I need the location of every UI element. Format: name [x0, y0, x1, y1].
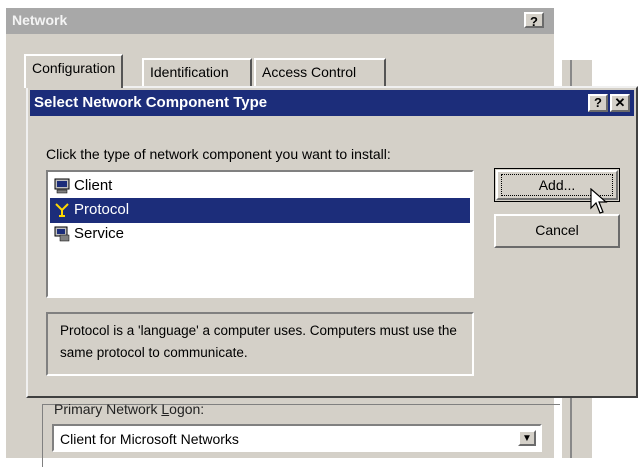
network-titlebar: Network ? — [6, 8, 554, 34]
tab-identification[interactable]: Identification — [142, 58, 252, 86]
list-item-client[interactable]: Client — [50, 174, 470, 199]
dialog-close-button[interactable]: ✕ — [610, 94, 630, 112]
dialog-instruction: Click the type of network component you … — [46, 146, 391, 162]
mouse-cursor-icon — [590, 188, 608, 214]
list-item-label: Client — [74, 177, 113, 194]
component-type-list[interactable]: Client Protocol Service — [46, 170, 474, 298]
dialog-help-button[interactable]: ? — [588, 94, 608, 112]
list-item-label: Service — [74, 225, 125, 242]
dialog-titlebar: Select Network Component Type ? ✕ — [30, 90, 634, 116]
component-description: Protocol is a 'language' a computer uses… — [46, 312, 474, 376]
tab-access-control[interactable]: Access Control — [254, 58, 386, 86]
select-component-dialog: Select Network Component Type ? ✕ Click … — [26, 86, 638, 398]
network-help-button[interactable]: ? — [524, 12, 544, 29]
list-item-label: Protocol — [74, 201, 130, 218]
tab-configuration[interactable]: Configuration — [24, 54, 124, 88]
list-item-protocol[interactable]: Protocol — [50, 198, 470, 223]
dialog-title: Select Network Component Type — [34, 94, 268, 111]
client-icon — [54, 178, 70, 194]
service-icon — [54, 226, 70, 242]
primary-logon-dropdown[interactable]: Client for Microsoft Networks ▼ — [52, 424, 542, 452]
list-item-service[interactable]: Service — [50, 222, 470, 247]
cancel-button[interactable]: Cancel — [494, 214, 620, 248]
protocol-icon — [55, 203, 69, 217]
cancel-button-label: Cancel — [535, 222, 579, 238]
dropdown-arrow-icon[interactable]: ▼ — [518, 430, 536, 446]
primary-logon-label: Primary Network Logon: — [54, 401, 205, 417]
network-window-title: Network — [12, 12, 68, 28]
primary-logon-value: Client for Microsoft Networks — [60, 431, 239, 447]
